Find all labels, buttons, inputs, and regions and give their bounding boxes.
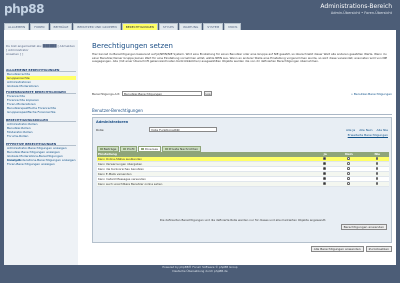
table-row: Kann auch unsichtbare Benutzer online se… xyxy=(97,181,389,187)
radio-no[interactable] xyxy=(347,162,350,165)
permissions-table: Einstellung Ja Nein Nie Kann Online-Stat… xyxy=(97,152,389,187)
category-check-icon xyxy=(123,147,126,151)
permission-type-go-button[interactable]: Los xyxy=(204,90,212,96)
tab-label: Beiträge xyxy=(103,147,117,151)
sidebar-section-roles: BERECHTIGUNGSROLLEN Administrator-Rollen… xyxy=(6,118,76,138)
page-title: Berechtigungen setzen xyxy=(92,42,173,50)
radio-never[interactable] xyxy=(375,182,379,185)
sidebar-item-globale-moderatoren[interactable]: Globale Moderatoren xyxy=(6,84,76,88)
tab-label: Private Nachrichten xyxy=(168,147,199,151)
category-check-icon xyxy=(141,147,145,151)
apply-all-button[interactable]: Alle Berechtigungen anwenden xyxy=(310,246,364,252)
quick-set-links: Alle Ja Alle Nein Alle Nie xyxy=(346,128,388,132)
radio-no[interactable] xyxy=(347,157,350,160)
tab-system[interactable]: SYSTEM xyxy=(203,23,224,30)
radio-no[interactable] xyxy=(347,177,350,180)
tab-berechtigungen[interactable]: BERECHTIGUNGEN xyxy=(121,23,158,30)
admin-header-links[interactable]: Admin-Übersicht • Foren-Übersicht xyxy=(331,11,392,15)
role-select[interactable]: Volle Funktionalität xyxy=(149,127,217,132)
radio-no[interactable] xyxy=(347,182,350,185)
category-check-icon xyxy=(100,147,103,151)
radio-never[interactable] xyxy=(375,172,379,175)
radio-never[interactable] xyxy=(375,177,379,180)
category-check-icon xyxy=(165,147,168,151)
radio-yes[interactable] xyxy=(323,172,326,175)
footer-translation: Deutsche Übersetzung durch phpBB.de xyxy=(172,268,228,273)
group-permission-box: Administratoren Rolle: Volle Funktionali… xyxy=(92,117,392,243)
permission-type-label: Berechtigungs-Art: xyxy=(92,92,121,96)
page-footer: Powered by phpBB® Forum Software © phpBB… xyxy=(0,265,400,273)
form-buttons: Alle Berechtigungen anwenden Zurücksetze… xyxy=(310,246,392,252)
tab-styles[interactable]: STYLES xyxy=(158,23,178,30)
tab-allgemein[interactable]: ALLGEMEIN xyxy=(4,23,30,30)
role-label: Rolle: xyxy=(96,128,105,132)
radio-yes[interactable] xyxy=(323,157,326,160)
tab-benutzer-gruppen[interactable]: BENUTZER UND GRUPPEN xyxy=(73,23,121,30)
row-label: Kann auch unsichtbare Benutzer online se… xyxy=(97,181,317,187)
all-yes-link[interactable]: Alle Ja xyxy=(346,128,355,132)
main-tabs: ALLGEMEIN FOREN BEITRÄGE BENUTZER UND GR… xyxy=(4,23,242,30)
apply-permissions-button[interactable]: Berechtigungen anwenden xyxy=(340,224,387,230)
radio-no[interactable] xyxy=(347,167,350,170)
all-no-link[interactable]: Alle Nein xyxy=(359,128,372,132)
sidebar: Du bist angemeldet als: ██████ [ Abmelde… xyxy=(4,40,78,265)
reset-button[interactable]: Zurücksetzen xyxy=(365,246,392,252)
radio-never[interactable] xyxy=(375,157,379,160)
section-title: Benutzer-Berechtigungen xyxy=(92,108,143,113)
advanced-permissions-link[interactable]: Erweiterte Berechtigungen xyxy=(348,133,388,137)
tab-wartung[interactable]: WARTUNG xyxy=(178,23,203,30)
apply-note: Die definierten Berechtigungen und die d… xyxy=(159,218,327,222)
user-view-line[interactable]: Ansehen [ ] xyxy=(6,52,76,56)
sidebar-item-forums-rollen[interactable]: Forums-Rollen xyxy=(6,134,76,138)
radio-no[interactable] xyxy=(347,172,350,175)
user-login-line: Du bist angemeldet als: ██████ [ Abmelde… xyxy=(6,44,75,52)
tab-foren[interactable]: FOREN xyxy=(30,23,49,30)
group-title: Administratoren xyxy=(96,120,129,124)
radio-never[interactable] xyxy=(375,162,379,165)
main-content: Berechtigungen setzen Hier kannst du Ber… xyxy=(92,30,392,265)
page-intro: Hier kannst du Berechtigungen basierend … xyxy=(92,52,388,64)
radio-yes[interactable] xyxy=(323,177,326,180)
permission-type-select[interactable]: Benutzer-Berechtigungen xyxy=(122,90,202,96)
tab-beitraege[interactable]: BEITRÄGE xyxy=(49,23,73,30)
tab-mods[interactable]: MODS xyxy=(224,23,242,30)
permission-type-row: Berechtigungs-Art: Benutzer-Berechtigung… xyxy=(92,90,392,98)
radio-yes[interactable] xyxy=(323,167,326,170)
sidebar-item-foren-berechtigungen[interactable]: Foren-Berechtigungen anzeigen xyxy=(6,162,76,166)
radio-yes[interactable] xyxy=(323,182,326,185)
sidebar-section-effective: EFFEKTIVE BERECHTIGUNGEN Administrator-B… xyxy=(6,142,76,166)
permission-type-link[interactable]: » Benutzer-Berechtigungen xyxy=(351,92,392,96)
tab-label: Profil xyxy=(126,147,135,151)
all-never-link[interactable]: Alle Nie xyxy=(377,128,388,132)
content-panel: Du bist angemeldet als: ██████ [ Abmelde… xyxy=(4,30,396,265)
user-info: Du bist angemeldet als: ██████ [ Abmelde… xyxy=(6,44,76,56)
sidebar-section-general: ALLGEMEINE BERECHTIGUNGEN Benutzerrechte… xyxy=(6,68,76,88)
admin-title: Administrations-Bereich xyxy=(320,3,392,10)
sidebar-section-forum: FORENBASIERTE BERECHTIGUNGEN Forenrechte… xyxy=(6,90,76,114)
logo: php88 xyxy=(4,2,44,16)
radio-yes[interactable] xyxy=(323,162,326,165)
tab-label: Diverses xyxy=(145,147,158,151)
radio-never[interactable] xyxy=(375,167,379,170)
sidebar-item-gruppenspez-forenrechte[interactable]: Gruppenspezifische Forenrechte xyxy=(6,110,76,114)
page-header: php88 Administrations-Bereich Admin-Über… xyxy=(0,0,400,22)
